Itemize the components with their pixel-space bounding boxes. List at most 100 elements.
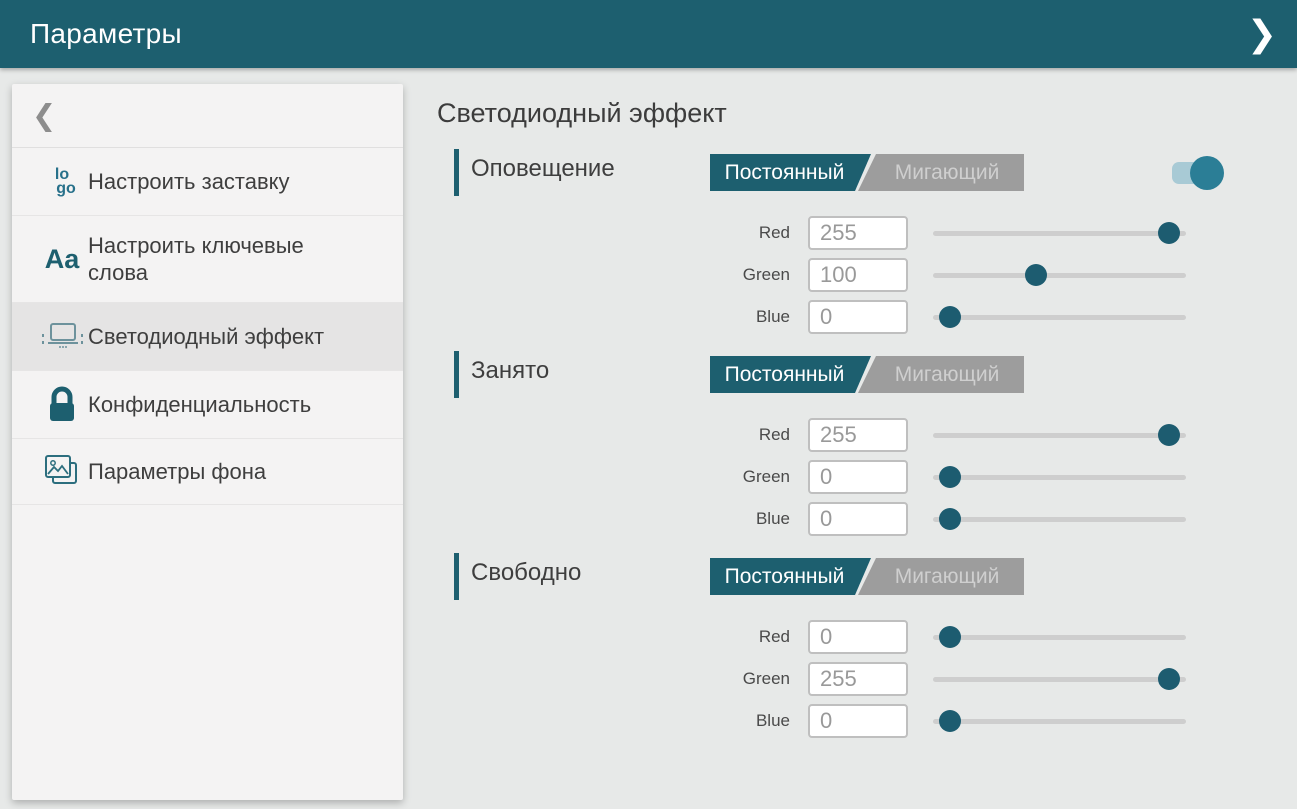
slider-row-blue: Blue	[437, 300, 1237, 334]
green-value-input[interactable]	[808, 258, 908, 292]
slider-track	[933, 635, 1186, 640]
slider-row-red: Red	[437, 620, 1237, 654]
sidebar-item-privacy[interactable]: Конфиденциальность	[12, 371, 403, 439]
slider-track	[933, 517, 1186, 522]
red-value-input[interactable]	[808, 216, 908, 250]
background-images-icon	[36, 452, 88, 492]
sidebar-back-button[interactable]: ❮	[12, 84, 403, 148]
section-label: Оповещение	[471, 155, 615, 183]
sidebar-item-label: Настроить ключевые слова	[88, 232, 360, 286]
section-label: Занято	[471, 357, 549, 385]
slider-row-blue: Blue	[437, 502, 1237, 536]
mode-solid-button[interactable]: Постоянный	[710, 154, 871, 191]
slider-row-blue: Blue	[437, 704, 1237, 738]
slider-row-green: Green	[437, 460, 1237, 494]
red-value-input[interactable]	[808, 620, 908, 654]
section-accent-bar	[454, 553, 459, 600]
blue-label: Blue	[670, 509, 790, 529]
slider-knob[interactable]	[939, 466, 961, 488]
green-slider[interactable]	[933, 460, 1186, 494]
slider-track	[933, 315, 1186, 320]
forward-chevron-icon[interactable]: ❯	[1247, 16, 1277, 52]
logo-icon: logo	[36, 168, 88, 196]
content-title: Светодиодный эффект	[437, 98, 727, 129]
slider-knob[interactable]	[1158, 424, 1180, 446]
slider-row-red: Red	[437, 418, 1237, 452]
blue-value-input[interactable]	[808, 502, 908, 536]
sidebar-item-keywords[interactable]: Aa Настроить ключевые слова	[12, 216, 403, 303]
mode-solid-label: Постоянный	[710, 154, 871, 191]
mode-segmented-control: Мигающий Постоянный	[710, 154, 1024, 191]
sidebar-item-label: Параметры фона	[88, 458, 360, 485]
slider-knob[interactable]	[1025, 264, 1047, 286]
sidebar-item-label: Светодиодный эффект	[88, 323, 360, 350]
blue-label: Blue	[670, 711, 790, 731]
led-monitor-icon	[36, 320, 88, 354]
settings-screen: Параметры ❯ ❮ logo Настроить заставку Aa…	[0, 0, 1297, 809]
green-slider[interactable]	[933, 258, 1186, 292]
slider-row-green: Green	[437, 662, 1237, 696]
blue-value-input[interactable]	[808, 704, 908, 738]
red-value-input[interactable]	[808, 418, 908, 452]
sidebar-item-led-effect[interactable]: Светодиодный эффект	[12, 303, 403, 371]
sidebar-item-label: Конфиденциальность	[88, 391, 360, 418]
mode-solid-button[interactable]: Постоянный	[710, 356, 871, 393]
slider-knob[interactable]	[1158, 668, 1180, 690]
green-label: Green	[670, 265, 790, 285]
slider-track	[933, 231, 1186, 236]
mode-solid-label: Постоянный	[710, 558, 871, 595]
page-title: Параметры	[30, 18, 182, 50]
red-slider[interactable]	[933, 418, 1186, 452]
green-label: Green	[670, 467, 790, 487]
green-value-input[interactable]	[808, 460, 908, 494]
green-value-input[interactable]	[808, 662, 908, 696]
slider-row-green: Green	[437, 258, 1237, 292]
section-label: Свободно	[471, 559, 581, 587]
app-header: Параметры ❯	[0, 0, 1297, 68]
slider-row-red: Red	[437, 216, 1237, 250]
section-accent-bar	[454, 351, 459, 398]
slider-track	[933, 719, 1186, 724]
red-label: Red	[670, 425, 790, 445]
notification-toggle-switch[interactable]	[1172, 162, 1214, 184]
slider-knob[interactable]	[939, 626, 961, 648]
slider-track	[933, 475, 1186, 480]
blue-slider[interactable]	[933, 300, 1186, 334]
section-busy: Занято Мигающий Постоянный Red Green Blu…	[437, 350, 1237, 550]
red-label: Red	[670, 627, 790, 647]
section-free: Свободно Мигающий Постоянный Red Green B…	[437, 552, 1237, 752]
lock-icon	[36, 386, 88, 424]
green-label: Green	[670, 669, 790, 689]
mode-solid-button[interactable]: Постоянный	[710, 558, 871, 595]
keywords-aa-icon: Aa	[36, 244, 88, 275]
slider-knob[interactable]	[939, 710, 961, 732]
blue-slider[interactable]	[933, 502, 1186, 536]
mode-solid-label: Постоянный	[710, 356, 871, 393]
blue-label: Blue	[670, 307, 790, 327]
section-notification: Оповещение Мигающий Постоянный Red Green	[437, 148, 1237, 348]
slider-knob[interactable]	[939, 306, 961, 328]
switch-knob	[1190, 156, 1224, 190]
red-slider[interactable]	[933, 216, 1186, 250]
mode-blinking-label: Мигающий	[870, 154, 1024, 191]
mode-blinking-label: Мигающий	[870, 356, 1024, 393]
slider-track	[933, 433, 1186, 438]
sidebar-item-background[interactable]: Параметры фона	[12, 439, 403, 505]
sidebar-item-label: Настроить заставку	[88, 168, 360, 195]
slider-track	[933, 677, 1186, 682]
blue-value-input[interactable]	[808, 300, 908, 334]
mode-segmented-control: Мигающий Постоянный	[710, 356, 1024, 393]
red-label: Red	[670, 223, 790, 243]
sidebar-item-screensaver[interactable]: logo Настроить заставку	[12, 148, 403, 216]
slider-knob[interactable]	[1158, 222, 1180, 244]
mode-blinking-label: Мигающий	[870, 558, 1024, 595]
red-slider[interactable]	[933, 620, 1186, 654]
slider-knob[interactable]	[939, 508, 961, 530]
settings-sidebar: ❮ logo Настроить заставку Aa Настроить к…	[12, 84, 403, 800]
back-chevron-icon: ❮	[32, 98, 56, 133]
blue-slider[interactable]	[933, 704, 1186, 738]
green-slider[interactable]	[933, 662, 1186, 696]
section-accent-bar	[454, 149, 459, 196]
slider-track	[933, 273, 1186, 278]
mode-segmented-control: Мигающий Постоянный	[710, 558, 1024, 595]
